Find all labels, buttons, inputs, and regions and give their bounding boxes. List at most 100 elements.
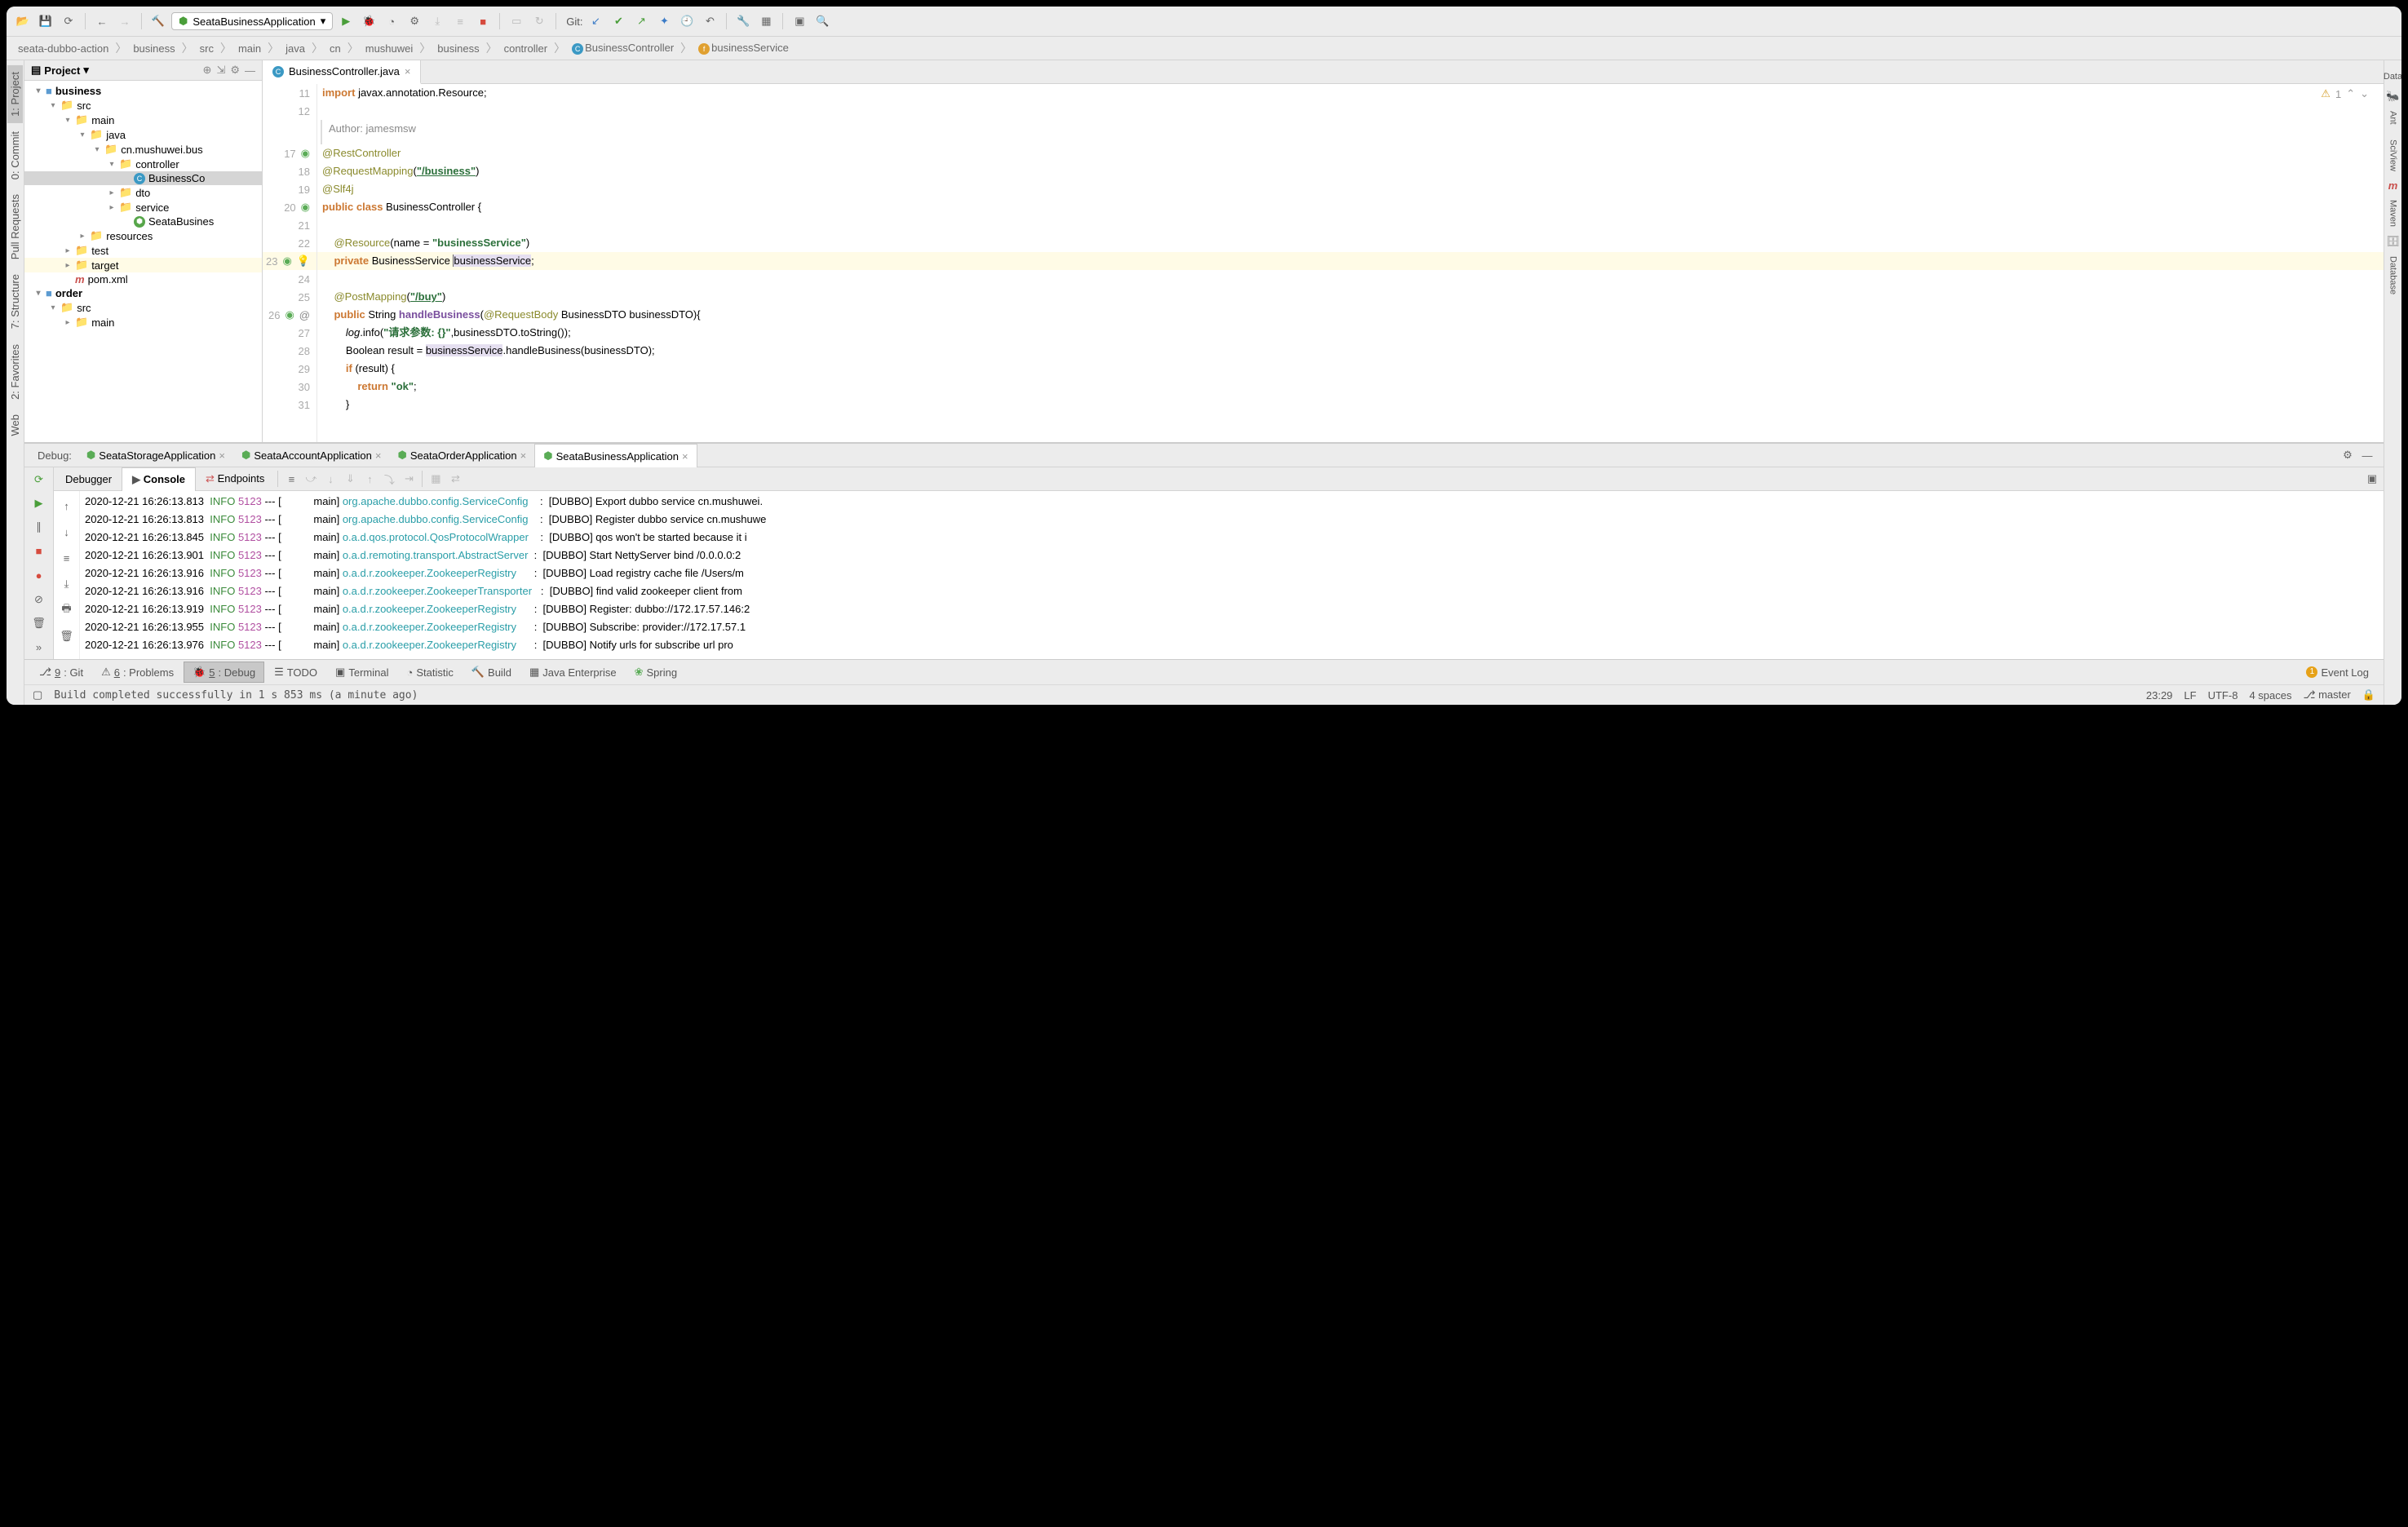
chevron-down-icon[interactable]: ▾	[83, 64, 89, 77]
bc-3[interactable]: main	[235, 41, 264, 56]
node-order-src[interactable]: ▾📁src	[24, 300, 262, 315]
collapse-icon[interactable]: ⇲	[216, 64, 225, 77]
scroll-icon[interactable]: ⤓	[57, 574, 77, 594]
git-commit-icon[interactable]: ✔	[609, 11, 628, 31]
node-pkg[interactable]: ▾📁cn.mushuwei.bus	[24, 142, 262, 157]
node-resources[interactable]: ▸📁resources	[24, 228, 262, 243]
refresh-icon[interactable]: ⟳	[59, 11, 78, 31]
node-pom[interactable]: mpom.xml	[24, 272, 262, 286]
subtab-console[interactable]: ▶ Console	[122, 467, 196, 491]
step-into-icon[interactable]: ↓	[321, 469, 340, 489]
gutter[interactable]: 11 12 17◉ 18 19 20◉ 21 22 23◉💡 24 25	[263, 84, 317, 442]
run-anything-icon[interactable]: ▣	[790, 11, 809, 31]
rail-project[interactable]: 1: Project	[7, 65, 23, 123]
tool-git[interactable]: ⎇ 9: Git	[31, 662, 91, 682]
lock-icon[interactable]: 🔒	[2362, 688, 2375, 702]
build-icon[interactable]: 🔨	[148, 11, 168, 31]
force-step-icon[interactable]: ⇓	[340, 469, 360, 489]
gear-icon[interactable]: ⚙	[2338, 445, 2357, 465]
database-icon[interactable]: 🗄	[2387, 235, 2400, 248]
wrap-icon[interactable]: ≡	[57, 548, 77, 568]
step-out-icon[interactable]: ↑	[360, 469, 379, 489]
bc-2[interactable]: src	[197, 41, 217, 56]
tools-toggle-icon[interactable]: ▢	[33, 688, 42, 702]
forward-icon[interactable]: →	[115, 11, 135, 31]
layout-icon[interactable]: ▣	[2362, 469, 2382, 489]
next-highlight-icon[interactable]: ⌄	[2360, 87, 2369, 100]
bulb-icon[interactable]: 💡	[297, 254, 310, 268]
minimize-icon[interactable]: —	[245, 64, 255, 77]
bc-1[interactable]: business	[130, 41, 178, 56]
attach-icon[interactable]: ⤓	[427, 11, 447, 31]
git-fetch-icon[interactable]: ✦	[654, 11, 674, 31]
step-over-icon[interactable]: ⤻	[301, 469, 321, 489]
debug-icon[interactable]: 🐞	[359, 11, 378, 31]
node-order[interactable]: ▾■order	[24, 286, 262, 300]
tool-spring[interactable]: ❀ Spring	[626, 662, 685, 682]
node-test[interactable]: ▸📁test	[24, 243, 262, 258]
bean-icon[interactable]: ◉	[282, 254, 291, 268]
project-tree[interactable]: ▾■business ▾📁src ▾📁main ▾📁java ▾📁cn.mush…	[24, 81, 262, 442]
rail-structure[interactable]: 7: Structure	[7, 268, 23, 335]
drop-frame-icon[interactable]: ⤵	[379, 469, 399, 489]
status-indent[interactable]: 4 spaces	[2249, 689, 2291, 702]
rail-pull-requests[interactable]: Pull Requests	[7, 188, 23, 266]
undo-icon[interactable]: ↶	[700, 11, 719, 31]
sync-icon[interactable]: ↻	[529, 11, 549, 31]
prev-highlight-icon[interactable]: ⌃	[2346, 87, 2355, 100]
resume-icon[interactable]: ▶	[29, 494, 49, 511]
tool-build[interactable]: 🔨 Build	[463, 662, 520, 682]
rail-commit[interactable]: 0: Commit	[7, 125, 23, 186]
maven-icon[interactable]: m	[2387, 179, 2400, 192]
git-push-icon[interactable]: ↗	[631, 11, 651, 31]
node-target[interactable]: ▸📁target	[24, 258, 262, 272]
tool-event-log[interactable]: 1 Event Log	[2298, 663, 2377, 682]
pause-icon[interactable]: ∥	[29, 519, 49, 536]
rail-web[interactable]: Web	[7, 408, 23, 443]
editor-content[interactable]: ⚠1 ⌃ ⌄ 11 12 17◉ 18 19 20◉ 21	[263, 84, 2384, 442]
annotation-icon[interactable]: ◉	[301, 147, 310, 160]
breakpoints-icon[interactable]: ●	[29, 567, 49, 584]
tool-statistic[interactable]: ◔ Statistic	[398, 663, 461, 682]
device-icon[interactable]: ▭	[507, 11, 526, 31]
console-output[interactable]: 2020-12-21 16:26:13.813 INFO 5123 --- [ …	[80, 491, 2384, 659]
node-seatabusiness[interactable]: ⬢SeataBusines	[24, 215, 262, 228]
node-java[interactable]: ▾📁java	[24, 127, 262, 142]
bc-4[interactable]: java	[282, 41, 308, 56]
tool-debug[interactable]: 🐞 5: Debug	[184, 662, 264, 683]
stop-icon[interactable]: ■	[473, 11, 493, 31]
down-icon[interactable]: ↓	[57, 522, 77, 542]
node-order-main[interactable]: ▸📁main	[24, 315, 262, 330]
node-businesscontroller[interactable]: CBusinessCo	[24, 171, 262, 185]
rail-maven[interactable]: Maven	[2387, 193, 2400, 233]
node-main[interactable]: ▾📁main	[24, 113, 262, 127]
coverage-icon[interactable]: ◔	[382, 11, 401, 31]
bc-9[interactable]: CBusinessController	[569, 40, 677, 56]
status-eol[interactable]: LF	[2184, 689, 2196, 702]
node-controller[interactable]: ▾📁controller	[24, 157, 262, 171]
editor-tab-active[interactable]: C BusinessController.java ×	[263, 60, 421, 84]
open-icon[interactable]: 📂	[13, 11, 33, 31]
bc-10[interactable]: fbusinessService	[695, 40, 792, 56]
settings-icon[interactable]: 🔧	[733, 11, 753, 31]
tool-jee[interactable]: ▦ Java Enterprise	[521, 662, 625, 682]
git-pull-icon[interactable]: ↙	[586, 11, 605, 31]
back-icon[interactable]: ←	[92, 11, 112, 31]
inspection-widget[interactable]: ⚠1 ⌃ ⌄	[2321, 87, 2369, 100]
bc-5[interactable]: cn	[326, 41, 344, 56]
locate-icon[interactable]: ⊕	[203, 64, 212, 77]
status-branch[interactable]: ⎇ master	[2303, 688, 2350, 702]
run-line-icon[interactable]: ◉	[301, 201, 310, 214]
run-config-selector[interactable]: ⬢ SeataBusinessApplication ▾	[171, 12, 333, 30]
rail-database[interactable]: Database	[2387, 250, 2400, 301]
debug-tab-2[interactable]: ⬢SeataOrderApplication×	[389, 444, 534, 467]
run-cursor-icon[interactable]: ⇥	[399, 469, 418, 489]
clear-icon[interactable]: 🗑	[57, 626, 77, 646]
code-area[interactable]: import javax.annotation.Resource; Author…	[317, 84, 2384, 442]
evaluate-icon[interactable]: ▦	[426, 469, 445, 489]
more-icon[interactable]: »	[29, 639, 49, 656]
save-icon[interactable]: 💾	[36, 11, 55, 31]
node-service[interactable]: ▸📁service	[24, 200, 262, 215]
rail-data[interactable]: Data	[2382, 65, 2401, 88]
run-icon[interactable]: ▶	[336, 11, 356, 31]
